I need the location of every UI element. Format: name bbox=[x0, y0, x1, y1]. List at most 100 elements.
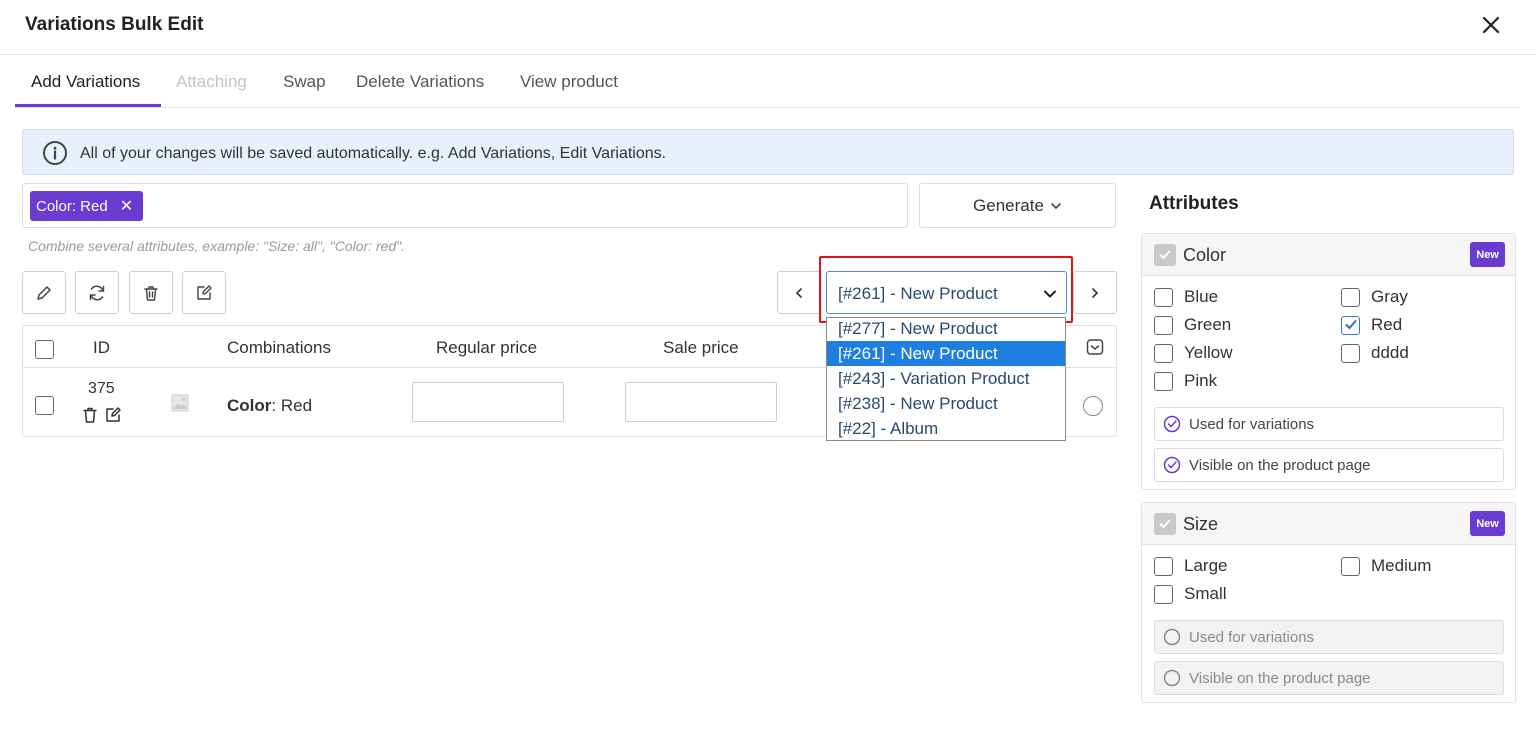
option-label: Visible on the product page bbox=[1189, 669, 1371, 687]
select-all-checkbox[interactable] bbox=[35, 340, 54, 359]
column-header-id: ID bbox=[93, 338, 110, 357]
panel-title: Size bbox=[1183, 514, 1219, 534]
visible-on-product-page-toggle[interactable]: Visible on the product page bbox=[1154, 661, 1504, 695]
combination-attribute: Color bbox=[227, 396, 272, 415]
row-combination: Color: Red bbox=[227, 396, 312, 416]
term-label: Medium bbox=[1371, 556, 1432, 575]
attribute-combination-input[interactable]: Color: Red ✕ bbox=[22, 183, 908, 228]
term-label: Green bbox=[1184, 315, 1232, 334]
row-radio[interactable] bbox=[1083, 396, 1103, 416]
tab-swap[interactable]: Swap bbox=[283, 72, 326, 92]
option-label: Used for variations bbox=[1189, 628, 1315, 646]
chip-label: Color: Red bbox=[36, 197, 108, 215]
product-select[interactable]: [#261] - New Product bbox=[826, 271, 1067, 314]
tab-delete-variations[interactable]: Delete Variations bbox=[356, 72, 484, 92]
term-checkbox[interactable]: Yellow bbox=[1154, 343, 1233, 363]
product-option-selected[interactable]: [#261] - New Product bbox=[827, 341, 1065, 366]
attribute-panel-header: Size New bbox=[1142, 503, 1515, 545]
trash-icon bbox=[144, 285, 158, 301]
pencil-button[interactable] bbox=[22, 271, 66, 314]
term-checkbox[interactable]: Medium bbox=[1341, 556, 1431, 576]
term-checkbox[interactable]: Large bbox=[1154, 556, 1227, 576]
column-toggle-icon[interactable] bbox=[1085, 337, 1105, 362]
empty-circle-icon bbox=[1163, 628, 1181, 646]
info-notice: All of your changes will be saved automa… bbox=[22, 129, 1514, 175]
tab-attaching: Attaching bbox=[176, 72, 247, 91]
term-checkbox[interactable]: Blue bbox=[1154, 287, 1218, 307]
pencil-icon bbox=[37, 285, 51, 300]
attribute-panel-header: Color New bbox=[1142, 234, 1515, 276]
delete-button[interactable] bbox=[129, 271, 173, 314]
row-checkbox[interactable] bbox=[35, 396, 54, 415]
previous-product-button[interactable] bbox=[777, 271, 821, 314]
product-option[interactable]: [#238] - New Product bbox=[827, 391, 1065, 416]
used-for-variations-toggle[interactable]: Used for variations bbox=[1154, 620, 1504, 654]
modal-title: Variations Bulk Edit bbox=[25, 14, 204, 35]
edit-square-icon bbox=[197, 284, 212, 300]
product-dropdown-list: [#277] - New Product [#261] - New Produc… bbox=[826, 317, 1066, 441]
option-label: Used for variations bbox=[1189, 415, 1315, 433]
info-icon bbox=[42, 140, 68, 166]
product-option[interactable]: [#277] - New Product bbox=[827, 318, 1065, 341]
term-checkbox[interactable]: Pink bbox=[1154, 371, 1217, 391]
refresh-icon bbox=[89, 285, 105, 300]
row-id: 375 bbox=[88, 380, 115, 397]
chevron-right-icon bbox=[1092, 287, 1099, 298]
term-checkbox[interactable]: Small bbox=[1154, 584, 1227, 604]
tab-add-variations[interactable]: Add Variations bbox=[31, 72, 140, 92]
column-header-regular-price: Regular price bbox=[436, 338, 538, 357]
term-label: dddd bbox=[1371, 343, 1409, 362]
used-for-variations-toggle[interactable]: Used for variations bbox=[1154, 407, 1504, 441]
new-badge: New bbox=[1470, 511, 1505, 536]
active-tab-indicator bbox=[15, 104, 161, 107]
option-label: Visible on the product page bbox=[1189, 456, 1371, 474]
chevron-down-icon bbox=[1044, 290, 1056, 298]
empty-circle-icon bbox=[1163, 669, 1181, 687]
term-label: Small bbox=[1184, 584, 1227, 603]
tab-view-product[interactable]: View product bbox=[520, 72, 618, 92]
chevron-down-icon bbox=[1051, 202, 1061, 209]
input-hint: Combine several attributes, example: "Si… bbox=[28, 238, 406, 254]
panel-checkbox[interactable] bbox=[1154, 244, 1176, 266]
combination-value: : Red bbox=[271, 396, 313, 415]
regular-price-input[interactable] bbox=[412, 382, 564, 422]
term-label: Pink bbox=[1184, 371, 1218, 390]
row-edit-icon[interactable] bbox=[104, 406, 123, 429]
term-checkbox[interactable]: dddd bbox=[1341, 343, 1409, 363]
remove-chip-icon[interactable]: ✕ bbox=[120, 196, 133, 216]
column-header-sale-price: Sale price bbox=[663, 338, 739, 357]
product-option[interactable]: [#243] - Variation Product bbox=[827, 366, 1065, 391]
checkmark-icon bbox=[1341, 315, 1360, 335]
row-trash-icon[interactable] bbox=[81, 406, 99, 429]
term-label: Red bbox=[1371, 315, 1403, 334]
term-label: Gray bbox=[1371, 287, 1408, 306]
visible-on-product-page-toggle[interactable]: Visible on the product page bbox=[1154, 448, 1504, 482]
refresh-button[interactable] bbox=[75, 271, 119, 314]
generate-label: Generate bbox=[973, 195, 1044, 215]
term-label: Large bbox=[1184, 556, 1228, 575]
column-header-combinations: Combinations bbox=[227, 338, 331, 357]
product-select-value: [#261] - New Product bbox=[838, 284, 998, 303]
next-product-button[interactable] bbox=[1073, 271, 1117, 314]
panel-title: Color bbox=[1183, 245, 1227, 265]
tab-bar: Add Variations Attaching Swap Delete Var… bbox=[15, 62, 1521, 108]
term-checkbox-checked[interactable]: Red bbox=[1341, 315, 1402, 335]
term-checkbox[interactable]: Gray bbox=[1341, 287, 1408, 307]
term-checkbox[interactable]: Green bbox=[1154, 315, 1231, 335]
check-circle-icon bbox=[1163, 456, 1181, 474]
new-badge: New bbox=[1470, 242, 1505, 267]
attributes-title: Attributes bbox=[1149, 193, 1239, 214]
close-icon[interactable] bbox=[1478, 12, 1504, 38]
image-placeholder-icon[interactable] bbox=[171, 394, 189, 417]
bulk-edit-button[interactable] bbox=[182, 271, 226, 314]
check-circle-icon bbox=[1163, 415, 1181, 433]
term-label: Yellow bbox=[1184, 343, 1233, 362]
chevron-left-icon bbox=[795, 287, 802, 298]
generate-button[interactable]: Generate bbox=[919, 183, 1116, 228]
attribute-panel-size: Size New Large Medium Small Used for var… bbox=[1141, 502, 1516, 703]
attribute-chip: Color: Red ✕ bbox=[30, 191, 144, 221]
product-option[interactable]: [#22] - Album bbox=[827, 416, 1065, 440]
sale-price-input[interactable] bbox=[625, 382, 777, 422]
panel-checkbox[interactable] bbox=[1154, 513, 1176, 535]
notice-text: All of your changes will be saved automa… bbox=[80, 145, 667, 162]
